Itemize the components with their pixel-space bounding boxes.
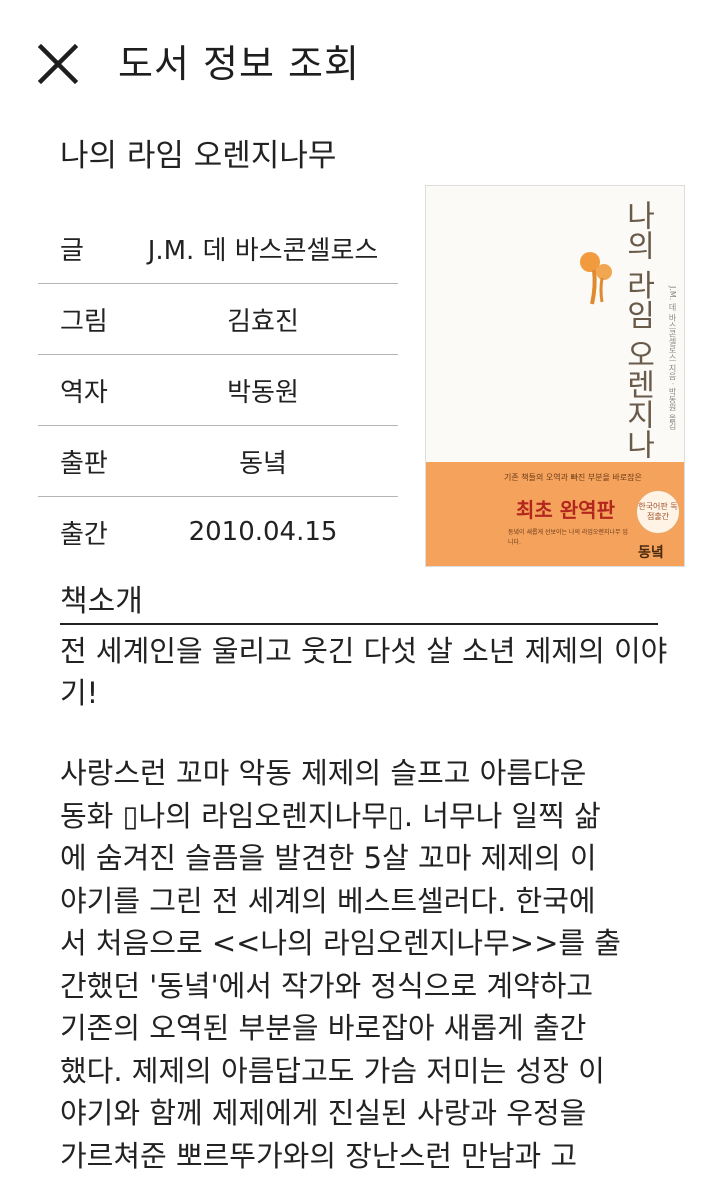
info-value: 김효진 [227,306,299,337]
cover-band-subtitle: 기존 책들의 오역과 빠진 부분을 바로잡은 [504,473,642,482]
cover-band-main: 최초 완역판 [516,498,615,522]
cover-band: 기존 책들의 오역과 빠진 부분을 바로잡은 최초 완역판 동녘이 새롭게 선보… [426,462,684,566]
intro-heading: 전 세계인을 울리고 웃긴 다섯 살 소년 제제의 이야기! [60,634,668,710]
book-title: 나의 라임 오렌지나무 [60,138,337,174]
cover-publisher: 동녘 [638,545,664,561]
intro-body: 사랑스런 꼬마 악동 제제의 슬프고 아름다운 동화 ▯나의 라임오렌지나무▯.… [60,756,621,1173]
info-row-publisher: 출판 동녘 [38,426,398,497]
section-title-intro: 책소개 [60,581,658,625]
cover-seal: 한국어판 독점출간 [636,490,680,534]
info-row-author: 글 J.M. 데 바스콘셀로스 [38,213,398,284]
cover-band-text: 동녘이 새롭게 선보이는 나의 라임오렌지나무 입니다. [508,529,628,546]
info-label: 출간 [60,519,108,550]
info-label: 그림 [60,306,108,337]
info-row-translator: 역자 박동원 [38,355,398,426]
app-header: 도서 정보 조회 [0,0,720,130]
info-label: 역자 [60,377,108,408]
info-value: J.M. 데 바스콘셀로스 [147,235,379,266]
cover-title: 나의 라임 오렌지나무 [620,200,655,490]
info-value: 박동원 [227,377,299,408]
info-value: 동녘 [239,448,287,479]
close-icon [37,43,79,85]
book-info-table: 글 J.M. 데 바스콘셀로스 그림 김효진 역자 박동원 출판 동녘 출간 2… [38,213,398,567]
page-title: 도서 정보 조회 [118,42,360,86]
info-value: 2010.04.15 [188,517,338,547]
book-cover-image: 나의 라임 오렌지나무 J.M. 데 바스콘셀로스 지음 · 박동원 옮김 기존… [425,185,685,567]
cover-subtitle: J.M. 데 바스콘셀로스 지음 · 박동원 옮김 [668,286,677,431]
tree-illustration-icon [580,252,612,305]
info-row-date: 출간 2010.04.15 [38,497,398,567]
close-button[interactable] [34,40,82,88]
info-label: 글 [60,235,84,266]
info-label: 출판 [60,448,108,479]
info-row-illustrator: 그림 김효진 [38,284,398,355]
